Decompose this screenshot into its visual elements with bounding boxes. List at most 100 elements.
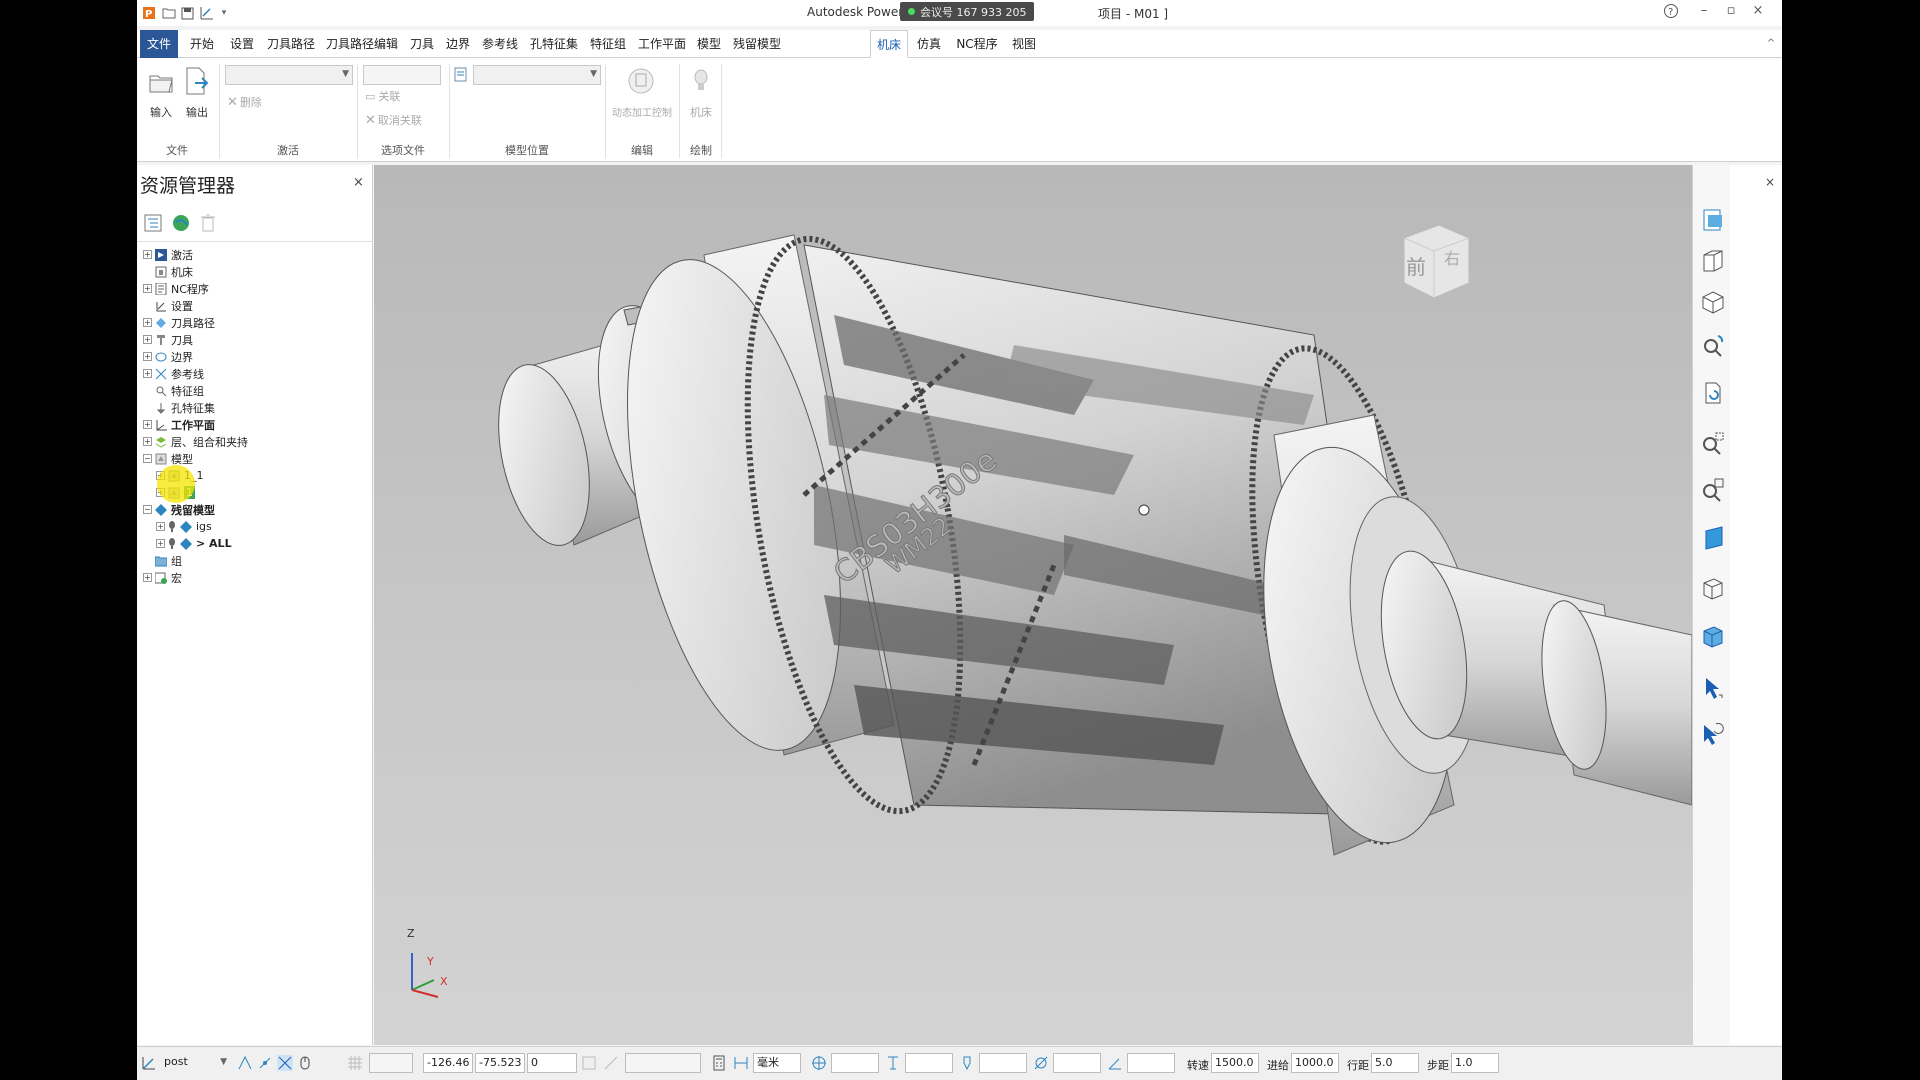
globe-icon[interactable] <box>171 213 191 237</box>
tab-feature-groups[interactable]: 特征组 <box>587 30 629 58</box>
tool-field[interactable] <box>905 1053 953 1073</box>
restore-button[interactable]: ▫ <box>1721 3 1741 21</box>
draw-machine-icon[interactable] <box>691 68 711 96</box>
expand-icon[interactable]: + <box>143 284 152 293</box>
expand-icon[interactable]: + <box>143 369 152 378</box>
mouse-icon[interactable] <box>297 1055 313 1071</box>
tree-item-toolpaths[interactable]: + 刀具路径 <box>143 314 215 331</box>
tab-machine[interactable]: 机床 <box>870 30 908 58</box>
snap-icon[interactable] <box>237 1055 253 1071</box>
zoom-fit-icon[interactable] <box>1700 430 1726 456</box>
stepover-field[interactable]: 1.0 <box>1451 1053 1499 1073</box>
coord-x-field[interactable]: -126.46 <box>423 1053 473 1073</box>
tab-nc-programs[interactable]: NC程序 <box>951 30 1003 58</box>
tree-item-nc-programs[interactable]: + NC程序 <box>143 280 209 297</box>
tab-stock-models[interactable]: 残留模型 <box>730 30 784 58</box>
measure-field[interactable] <box>625 1053 701 1073</box>
expand-icon[interactable]: + <box>156 488 165 497</box>
minimize-button[interactable]: – <box>1694 3 1714 21</box>
delete-button[interactable]: ✕ 删除 <box>227 94 262 110</box>
calculator-icon[interactable] <box>711 1055 727 1071</box>
shaded-view-icon[interactable] <box>1700 525 1726 551</box>
tool-length-icon[interactable] <box>959 1055 975 1071</box>
expand-icon[interactable]: + <box>156 539 165 548</box>
tree-item-boundaries[interactable]: + 边界 <box>143 348 193 365</box>
select-cursor-icon[interactable] <box>1700 675 1726 701</box>
tool-length-field[interactable] <box>979 1053 1027 1073</box>
expand-icon[interactable]: + <box>143 573 152 582</box>
tree-view-icon[interactable] <box>143 213 163 237</box>
grid-value-field[interactable] <box>369 1053 413 1073</box>
expand-icon[interactable]: + <box>143 352 152 361</box>
link-button[interactable]: ▭ 关联 <box>365 88 400 104</box>
tree-item-model-1-1[interactable]: +1_1 <box>156 467 204 484</box>
tab-boundaries[interactable]: 边界 <box>443 30 473 58</box>
dynamic-control-button[interactable]: 动态加工控制 <box>607 104 677 119</box>
roller-model[interactable]: CBS03H300e WM22 <box>374 165 1692 1045</box>
view-cube-right-label[interactable]: 右 <box>1444 245 1460 269</box>
snap-point-icon[interactable] <box>257 1055 273 1071</box>
tree-item-levels[interactable]: + 层、组合和夹持 <box>143 433 248 450</box>
tree-item-active[interactable]: + 激活 <box>143 246 193 263</box>
tab-tools[interactable]: 刀具 <box>407 30 437 58</box>
explorer-close-button[interactable]: × <box>353 175 364 190</box>
stepdown-field[interactable]: 5.0 <box>1371 1053 1419 1073</box>
tree-item-models[interactable]: − 模型 <box>143 450 193 467</box>
view-front-icon[interactable] <box>1700 247 1726 273</box>
select-view-icon[interactable] <box>1700 207 1726 233</box>
expand-icon[interactable]: + <box>156 471 165 480</box>
model-position-dropdown[interactable]: ▼ <box>473 65 601 85</box>
help-icon[interactable]: ? <box>1661 3 1681 21</box>
shaded-wire-icon[interactable] <box>1700 623 1726 649</box>
expand-icon[interactable]: + <box>143 335 152 344</box>
collapse-icon[interactable]: − <box>143 454 152 463</box>
tab-hole-features[interactable]: 孔特征集 <box>527 30 581 58</box>
tab-home[interactable]: 开始 <box>185 30 219 58</box>
import-button[interactable]: 输入 <box>145 104 177 120</box>
tab-models[interactable]: 模型 <box>694 30 724 58</box>
collapse-icon[interactable]: − <box>143 505 152 514</box>
dynamic-control-icon[interactable] <box>626 66 656 96</box>
tree-item-macros[interactable]: + 宏 <box>143 569 182 586</box>
expand-icon[interactable]: + <box>143 318 152 327</box>
view-cube-front-label[interactable]: 前 <box>1406 251 1426 280</box>
close-button[interactable]: × <box>1748 3 1768 21</box>
option-file-input[interactable] <box>363 65 441 85</box>
units-icon[interactable] <box>733 1055 749 1071</box>
select-rotate-icon[interactable] <box>1700 720 1726 746</box>
draw-machine-button[interactable]: 机床 <box>683 104 719 120</box>
tab-toolpaths[interactable]: 刀具路径 <box>264 30 318 58</box>
lightbulb-icon[interactable] <box>168 520 176 533</box>
workplane-status-icon[interactable] <box>141 1055 157 1071</box>
tree-item-feature-groups[interactable]: 特征组 <box>143 382 204 399</box>
tolerance-field[interactable] <box>831 1053 879 1073</box>
zoom-box-icon[interactable] <box>1700 477 1726 503</box>
coord-z-field[interactable]: 0 <box>527 1053 577 1073</box>
feed-field[interactable]: 1000.0 <box>1291 1053 1339 1073</box>
expand-icon[interactable]: + <box>143 437 152 446</box>
refresh-icon[interactable] <box>1700 380 1726 406</box>
zoom-rotate-icon[interactable] <box>1700 333 1726 359</box>
unlink-button[interactable]: ✕ 取消关联 <box>365 112 422 128</box>
wireframe-view-icon[interactable] <box>1700 575 1726 601</box>
tree-item-stock-igs[interactable]: + igs <box>156 518 212 535</box>
tab-simulation[interactable]: 仿真 <box>914 30 944 58</box>
tab-toolpath-edit[interactable]: 刀具路径编辑 <box>323 30 401 58</box>
target-icon[interactable] <box>811 1055 827 1071</box>
tree-item-machine[interactable]: 机床 <box>143 263 193 280</box>
export-icon[interactable] <box>183 66 211 98</box>
view-toolbar-close-button[interactable]: × <box>1765 175 1775 189</box>
speed-field[interactable]: 1500.0 <box>1211 1053 1259 1073</box>
tree-item-model-1[interactable]: +1 <box>156 484 195 501</box>
unit-field[interactable]: 毫米 <box>753 1053 801 1073</box>
workplane-select[interactable]: post ▼ <box>161 1053 231 1073</box>
tab-patterns[interactable]: 参考线 <box>479 30 521 58</box>
tree-item-stock-all[interactable]: + > ALL <box>156 535 232 552</box>
graphics-viewport[interactable]: CBS03H300e WM22 前 右 Z Y X <box>374 165 1692 1045</box>
view-iso-icon[interactable] <box>1700 289 1726 315</box>
save-icon[interactable] <box>179 4 195 22</box>
diameter-icon[interactable] <box>1033 1055 1049 1071</box>
trash-icon[interactable] <box>199 213 217 237</box>
view-cube[interactable]: 前 右 <box>1384 213 1479 308</box>
activate-machine-dropdown[interactable]: ▼ <box>225 65 353 85</box>
